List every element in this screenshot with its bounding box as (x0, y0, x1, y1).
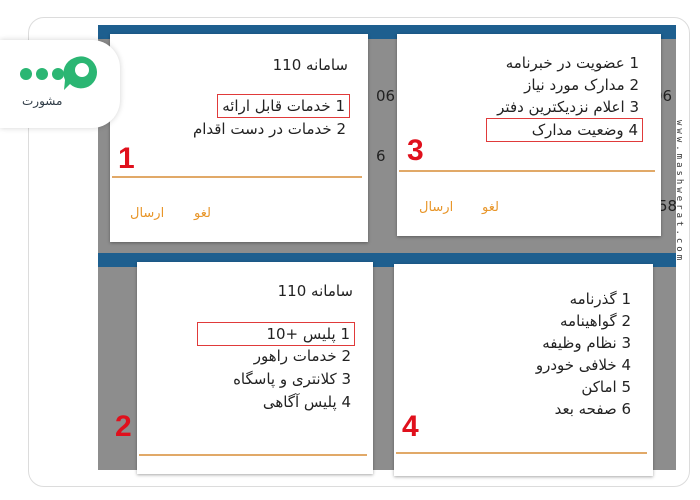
dialog-step-3: 1 عضویت در خبرنامه 2 مدارک مورد نیاز 3 ا… (397, 34, 661, 236)
dialog-step-2: سامانه 110 1 پلیس +10 2 خدمات راهور 3 کل… (115, 262, 373, 474)
send-button[interactable]: ارسال (419, 200, 453, 215)
background-text: 06 (376, 87, 396, 105)
step-number: 1 (118, 142, 135, 175)
cancel-button[interactable]: لغو (194, 206, 211, 221)
chat-bubble-logo-icon (20, 56, 98, 90)
cancel-button[interactable]: لغو (482, 200, 499, 215)
menu-item-traffic-services[interactable]: 2 خدمات راهور (250, 345, 355, 367)
menu-item-next-page[interactable]: 6 صفحه بعد (551, 398, 635, 420)
menu-item-passport[interactable]: 1 گذرنامه (566, 288, 635, 310)
dialog-divider (399, 170, 655, 172)
menu-item-military-service[interactable]: 3 نظام وظیفه (538, 332, 635, 354)
menu-item-police-plus-10[interactable]: 1 پلیس +10 (197, 322, 355, 346)
send-button[interactable]: ارسال (130, 206, 164, 221)
menu-item-vehicle-fines[interactable]: 4 خلافی خودرو (532, 354, 635, 376)
dialog-divider (139, 454, 367, 456)
menu-item-document-status[interactable]: 4 وضعیت مدارک (486, 118, 643, 142)
background-text: 6 (376, 147, 386, 165)
menu-item-places[interactable]: 5 اماکن (577, 376, 635, 398)
menu-item-services[interactable]: 1 خدمات قابل ارائه (217, 94, 350, 118)
brand-logo: مشورت (0, 40, 120, 128)
dialog-title: سامانه 110 (277, 282, 353, 300)
menu-item-driving-license[interactable]: 2 گواهینامه (556, 310, 635, 332)
dialog-step-4: 1 گذرنامه 2 گواهینامه 3 نظام وظیفه 4 خلا… (394, 264, 653, 476)
menu-item-detective-police[interactable]: 4 پلیس آگاهی (259, 391, 355, 413)
step-number: 4 (402, 410, 419, 443)
dialog-divider (396, 452, 647, 454)
step-number: 3 (407, 134, 424, 167)
brand-name: مشورت (22, 94, 63, 108)
dialog-step-1: سامانه 110 1 خدمات قابل ارائه 2 خدمات در… (110, 34, 368, 242)
menu-item-police-stations[interactable]: 3 کلانتری و پاسگاه (229, 368, 355, 390)
menu-item-newsletter[interactable]: 1 عضویت در خبرنامه (502, 52, 643, 74)
site-watermark: www.mashwerat.com (674, 120, 684, 264)
step-number: 2 (115, 410, 132, 443)
menu-item-in-progress[interactable]: 2 خدمات در دست اقدام (189, 118, 350, 140)
dialog-divider (112, 176, 362, 178)
dialog-title: سامانه 110 (272, 56, 348, 74)
menu-item-nearest-office[interactable]: 3 اعلام نزدیکترین دفتر (493, 96, 643, 118)
menu-item-required-documents[interactable]: 2 مدارک مورد نیاز (520, 74, 643, 96)
